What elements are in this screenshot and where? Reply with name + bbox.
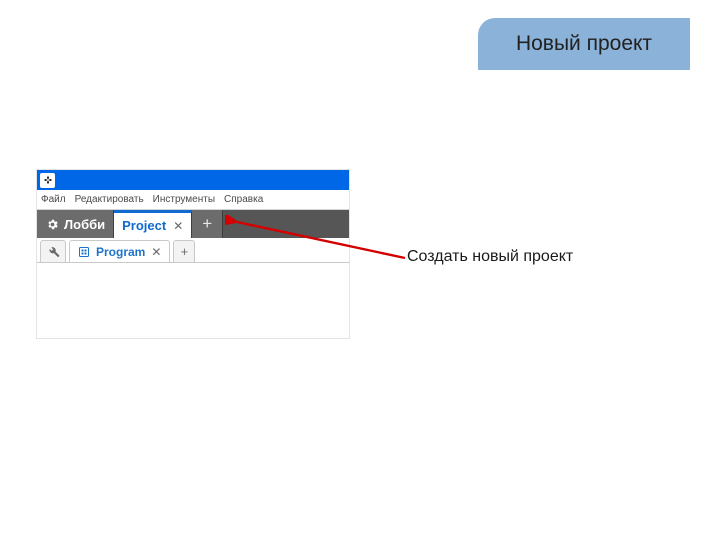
slide-title-text: Новый проект <box>516 32 652 56</box>
callout-label: Создать новый проект <box>407 248 573 266</box>
menu-edit[interactable]: Редактировать <box>75 194 144 205</box>
close-icon[interactable]: ✕ <box>173 219 183 233</box>
app-icon <box>40 173 55 188</box>
tab-program[interactable]: Program ✕ <box>69 240 170 262</box>
menu-file[interactable]: Файл <box>41 194 66 205</box>
tab-project-label: Project <box>122 218 166 233</box>
wrench-button[interactable] <box>40 240 66 262</box>
program-icon <box>78 246 90 258</box>
tab-add-program[interactable]: + <box>173 240 195 262</box>
menu-help[interactable]: Справка <box>224 194 263 205</box>
tab-add-project[interactable]: + <box>192 210 223 238</box>
window-titlebar <box>37 170 349 190</box>
plus-icon: + <box>202 214 212 234</box>
slide-title: Новый проект <box>478 18 690 70</box>
tab-program-label: Program <box>96 245 145 259</box>
tab-project[interactable]: Project ✕ <box>114 210 192 238</box>
tab-lobby-label: Лобби <box>64 217 105 232</box>
plus-icon: + <box>181 244 189 259</box>
close-icon[interactable]: ✕ <box>151 245 161 259</box>
gear-icon <box>45 217 59 231</box>
menu-tools[interactable]: Инструменты <box>153 194 215 205</box>
project-tab-strip: Лобби Project ✕ + <box>37 210 349 238</box>
program-tab-strip: Program ✕ + <box>37 238 349 263</box>
menubar: Файл Редактировать Инструменты Справка <box>37 190 349 210</box>
app-screenshot: Файл Редактировать Инструменты Справка Л… <box>37 170 349 338</box>
tab-lobby[interactable]: Лобби <box>37 210 114 238</box>
